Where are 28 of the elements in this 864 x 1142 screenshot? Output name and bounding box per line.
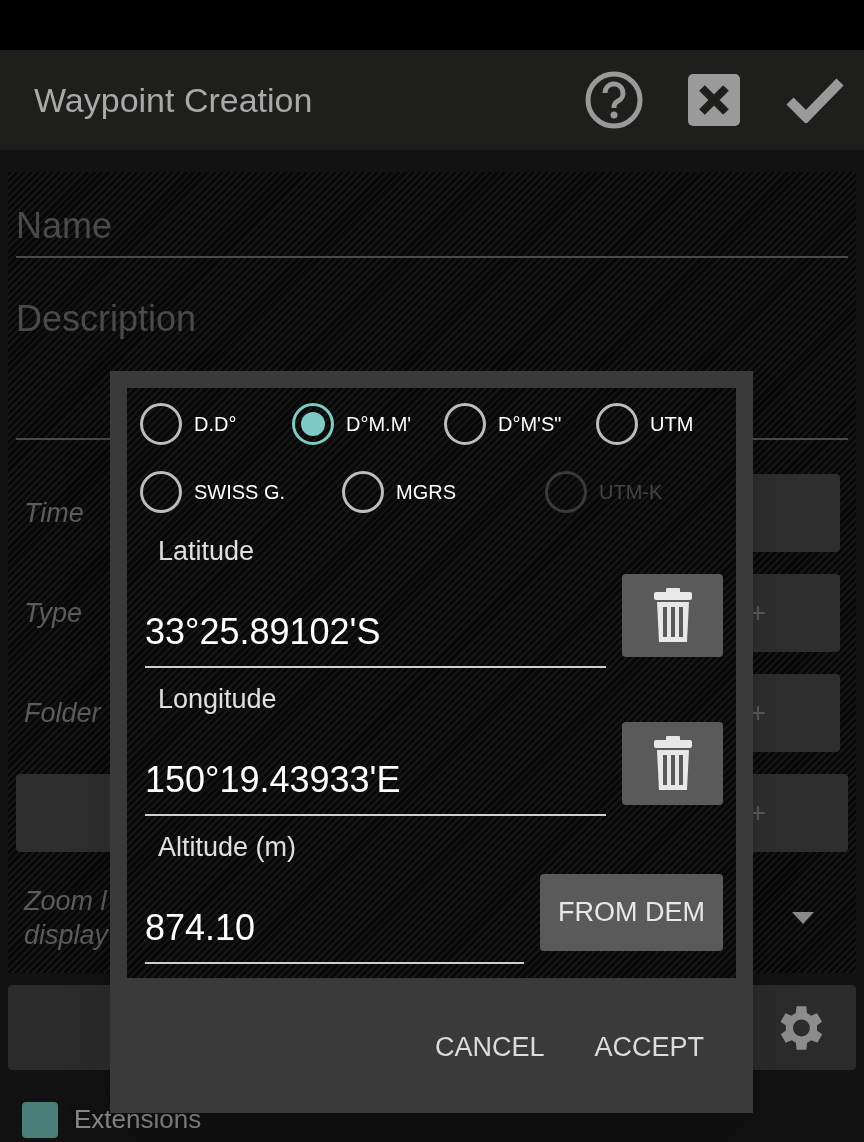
from-dem-button[interactable]: FROM DEM (540, 874, 723, 951)
coordinate-field[interactable]: 33°25.89102'S (145, 598, 606, 668)
clear-button[interactable] (622, 722, 723, 805)
field-label: display (24, 919, 109, 952)
trash-icon (651, 735, 694, 792)
field-label: Time (24, 496, 85, 530)
field-label: Longitude (157, 683, 278, 716)
window-title: Waypoint Creation (34, 79, 314, 121)
clear-button[interactable] (622, 574, 723, 657)
dialog-button[interactable]: ACCEPT (594, 1026, 704, 1068)
trash-icon (651, 587, 694, 644)
radio-option[interactable]: MGRS (342, 464, 545, 520)
coordinate-field[interactable]: 150°19.43933'E (145, 746, 606, 816)
check-icon[interactable] (786, 77, 844, 123)
field-label: Altitude (m) (157, 831, 298, 864)
radio-option[interactable]: SWISS G. (140, 464, 342, 520)
field-label: Zoom l (24, 885, 108, 918)
field-label: Type (24, 596, 84, 630)
checkbox[interactable] (22, 1101, 58, 1138)
section-label: Extensions (74, 1103, 202, 1136)
dialog-button[interactable]: CANCEL (434, 1026, 545, 1068)
help-icon[interactable] (584, 70, 644, 130)
caret-icon[interactable] (792, 912, 814, 924)
coordinate-field[interactable]: 874.10 (145, 894, 524, 964)
name-field[interactable]: Name (16, 196, 848, 258)
close-icon[interactable] (688, 74, 740, 126)
field-label: Latitude (157, 535, 256, 568)
field-label: Folder (24, 696, 103, 730)
